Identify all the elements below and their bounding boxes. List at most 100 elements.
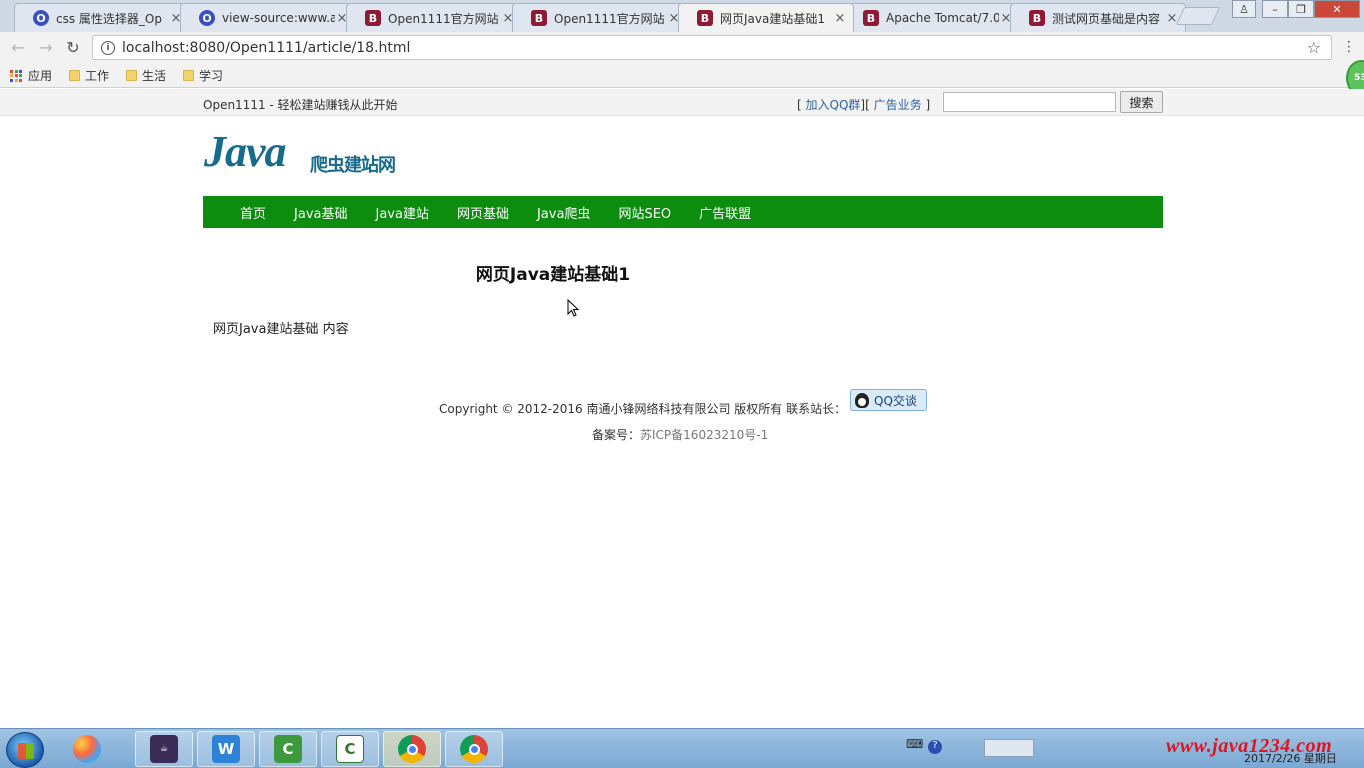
reload-icon[interactable]: ↻: [63, 37, 83, 57]
page-viewport: Open1111 - 轻松建站赚钱从此开始 [ 加入QQ群][ 广告业务 ] 搜…: [0, 89, 1364, 728]
logo-subtitle: 爬虫建站网: [310, 155, 396, 176]
bookmark-apps[interactable]: 应用: [10, 67, 52, 84]
taskbar-camtasia-recorder[interactable]: C: [259, 731, 317, 767]
tab-favicon-icon: O: [199, 10, 215, 26]
bookmark-label: 应用: [28, 69, 53, 83]
bookmark-star-icon[interactable]: ☆: [1307, 38, 1321, 57]
qq-penguin-icon: [855, 392, 869, 408]
taskbar-java-ee-ide[interactable]: ☕: [135, 731, 193, 767]
nav-link[interactable]: Java爬虫: [537, 203, 590, 222]
browser-tab[interactable]: B Open1111官方网站 ×: [512, 3, 688, 32]
nav-link[interactable]: 网页基础: [457, 203, 509, 222]
taskbar-app-colorful[interactable]: [58, 731, 116, 767]
keyboard-icon[interactable]: ⌨: [906, 737, 923, 751]
user-icon[interactable]: ♙: [1232, 0, 1256, 18]
browser-tab[interactable]: Oview-source:www.a ×: [180, 3, 356, 32]
bookmark-folder-work[interactable]: 工作: [69, 67, 109, 84]
ad-business-link[interactable]: 广告业务: [874, 98, 922, 112]
taskbar-wps-writer[interactable]: W: [197, 731, 255, 767]
start-button[interactable]: [6, 732, 44, 768]
site-logo[interactable]: Java 爬虫建站网: [204, 129, 414, 177]
camtasia-recorder-icon: C: [274, 735, 302, 763]
url-text[interactable]: localhost:8080/Open1111/article/18.html: [122, 40, 410, 56]
tab-title: css 属性选择器_Op: [56, 11, 162, 26]
tab-favicon-icon: B: [697, 10, 713, 26]
tab-close-icon[interactable]: ×: [833, 11, 847, 26]
nav-link[interactable]: 首页: [240, 203, 266, 222]
folder-icon: [183, 70, 194, 81]
qq-chat-label: QQ交谈: [874, 393, 917, 408]
info-icon[interactable]: i: [101, 40, 115, 55]
bracket: [: [797, 98, 802, 112]
search-button[interactable]: 搜索: [1120, 91, 1163, 113]
bookmarks-bar: 应用 工作 生活 学习: [0, 62, 1364, 88]
minimize-button[interactable]: –: [1262, 0, 1288, 18]
tab-favicon-icon: B: [365, 10, 381, 26]
browser-tab[interactable]: B 测试网页基础是内容 ×: [1010, 3, 1186, 32]
tab-title: view-source:www.a: [222, 11, 335, 25]
site-top-bar: Open1111 - 轻松建站赚钱从此开始 [ 加入QQ群][ 广告业务 ] 搜…: [0, 89, 1364, 116]
taskbar-chrome-active[interactable]: [383, 731, 441, 767]
chrome-icon: [398, 735, 426, 763]
nav-link[interactable]: 网站SEO: [618, 203, 671, 222]
address-bar[interactable]: i localhost:8080/Open1111/article/18.htm…: [92, 35, 1332, 60]
camtasia-studio-icon: C: [336, 735, 364, 763]
tab-title: Open1111官方网站: [388, 11, 499, 26]
folder-icon: [126, 70, 137, 81]
folder-icon: [69, 70, 80, 81]
chrome-icon: [460, 735, 488, 763]
bookmark-folder-study[interactable]: 学习: [183, 67, 223, 84]
taskbar-camtasia-studio[interactable]: C: [321, 731, 379, 767]
browser-tab[interactable]: Ocss 属性选择器_Op ×: [14, 3, 190, 32]
article-title: 网页Java建站基础1: [475, 265, 631, 285]
top-links: [ 加入QQ群][ 广告业务 ]: [797, 96, 930, 113]
browser-toolbar: ← → ↻ i localhost:8080/Open1111/article/…: [0, 32, 1364, 62]
back-arrow-icon[interactable]: ←: [8, 37, 28, 57]
taskbar-chrome[interactable]: [445, 731, 503, 767]
colorful-app-icon: [73, 735, 101, 763]
bookmark-label: 学习: [199, 69, 224, 83]
browser-tab[interactable]: B 网页Java建站基础1 ×: [678, 3, 854, 32]
tab-favicon-icon: B: [531, 10, 547, 26]
join-qq-group-link[interactable]: 加入QQ群: [806, 98, 861, 112]
new-tab-button[interactable]: [1175, 7, 1221, 25]
bookmark-label: 生活: [142, 69, 167, 83]
browser-tab[interactable]: B Open1111官方网站 ×: [346, 3, 522, 32]
bracket: ][: [860, 98, 870, 112]
browser-tab[interactable]: B Apache Tomcat/7.0 ×: [844, 3, 1020, 32]
tab-favicon-icon: B: [1029, 10, 1045, 26]
forward-arrow-icon[interactable]: →: [36, 37, 56, 57]
tab-title: 网页Java建站基础1: [720, 11, 825, 26]
icp-label: 备案号：: [592, 428, 641, 442]
tab-title: Open1111官方网站: [554, 11, 665, 26]
java-ee-ide-icon: ☕: [150, 735, 178, 763]
nav-link[interactable]: Java基础: [294, 203, 347, 222]
close-window-button[interactable]: ✕: [1314, 0, 1360, 18]
tab-favicon-icon: B: [863, 10, 879, 26]
tab-title: 测试网页基础是内容: [1052, 11, 1161, 26]
windows-taskbar: ☕ W C C ⌨ ? www.java1234.com 2017/2/26 星…: [0, 728, 1364, 768]
input-method-indicator[interactable]: [984, 739, 1034, 757]
bracket: ]: [925, 98, 931, 112]
nav-link[interactable]: Java建站: [375, 203, 428, 222]
maximize-button[interactable]: ❐: [1288, 0, 1314, 18]
nav-link[interactable]: 广告联盟: [699, 203, 751, 222]
main-navigation: 首页 Java基础 Java建站 网页基础 Java爬虫 网站SEO 广告联盟: [203, 196, 1163, 228]
site-slogan: Open1111 - 轻松建站赚钱从此开始: [203, 98, 398, 112]
qq-chat-button[interactable]: QQ交谈: [850, 389, 927, 411]
bookmark-folder-life[interactable]: 生活: [126, 67, 166, 84]
tab-title: Apache Tomcat/7.0: [886, 11, 999, 25]
help-icon[interactable]: ?: [928, 740, 942, 754]
icp-number[interactable]: 苏ICP备16023210号-1: [640, 428, 768, 442]
clock-date[interactable]: 2017/2/26 星期日: [1244, 750, 1337, 766]
apps-grid-icon: [10, 69, 22, 82]
article-body: 网页Java建站基础 内容: [213, 322, 349, 337]
bookmark-label: 工作: [85, 69, 110, 83]
footer-icp: 备案号：苏ICP备16023210号-1: [592, 426, 768, 443]
logo-java-text: Java: [204, 127, 287, 176]
browser-menu-icon[interactable]: ⋮: [1342, 39, 1356, 55]
footer-copyright: Copyright © 2012-2016 南通小锋网络科技有限公司 版权所有 …: [439, 402, 847, 416]
site-search-input[interactable]: [943, 92, 1116, 112]
tab-favicon-icon: O: [33, 10, 49, 26]
mouse-cursor-icon: [567, 299, 579, 317]
